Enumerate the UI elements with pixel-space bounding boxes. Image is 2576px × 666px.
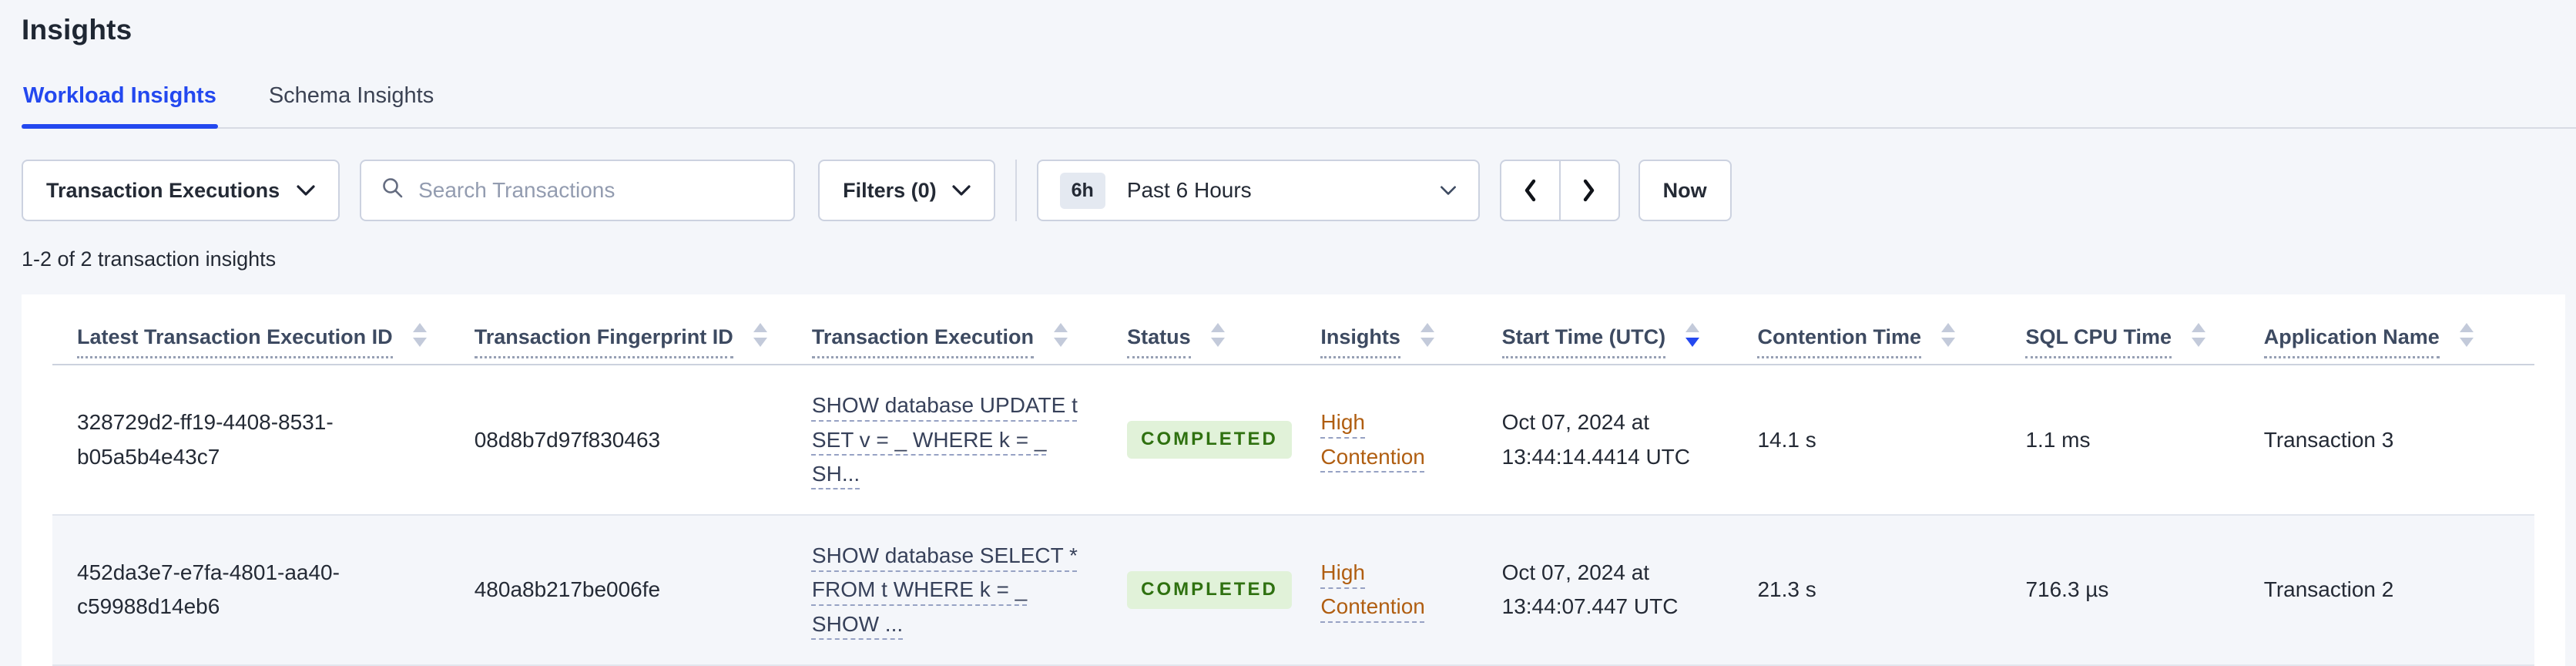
cell-fingerprint-id: 08d8b7d97f830463 — [474, 365, 812, 516]
cell-sql-cpu-time: 716.3 µs — [2025, 515, 2264, 666]
column-header-transaction-fingerprint-id[interactable]: Transaction Fingerprint ID — [474, 323, 812, 366]
cell-execution-id: 328729d2-ff19-4408-8531-b05a5b4e43c7 — [52, 365, 475, 516]
sort-icon-active-desc — [1685, 323, 1700, 348]
sort-icon — [753, 323, 767, 348]
filters-button[interactable]: Filters (0) — [818, 160, 995, 221]
cell-start-time: Oct 07, 2024 at 13:44:14.4414 UTC — [1501, 365, 1758, 516]
toolbar: Transaction Executions Filters (0) 6h Pa… — [22, 160, 2554, 221]
results-summary: 1-2 of 2 transaction insights — [22, 247, 277, 271]
cell-transaction-execution: SHOW database UPDATE t SET v = _ WHERE k… — [811, 365, 1128, 516]
status-badge: COMPLETED — [1127, 421, 1292, 459]
table-row: 452da3e7-e7fa-4801-aa40-c59988d14eb6 480… — [52, 515, 2534, 666]
cell-status: COMPLETED — [1127, 515, 1321, 666]
search-icon — [381, 177, 404, 205]
insight-link[interactable]: High Contention — [1320, 410, 1424, 468]
column-header-insights[interactable]: Insights — [1320, 323, 1502, 366]
search-box — [360, 160, 796, 221]
chevron-down-icon — [1440, 185, 1457, 196]
now-button[interactable]: Now — [1638, 160, 1732, 221]
cell-transaction-execution: SHOW database SELECT * FROM t WHERE k = … — [811, 515, 1128, 666]
cell-insights: High Contention — [1320, 515, 1502, 666]
now-button-label: Now — [1662, 178, 1707, 202]
cell-application-name: Transaction 3 — [2263, 365, 2534, 516]
cell-sql-cpu-time: 1.1 ms — [2025, 365, 2264, 516]
cell-start-time: Oct 07, 2024 at 13:44:07.447 UTC — [1501, 515, 1758, 666]
time-range-step-group — [1499, 160, 1620, 221]
table-row: 328729d2-ff19-4408-8531-b05a5b4e43c7 08d… — [52, 365, 2534, 516]
sort-icon — [1940, 323, 1955, 348]
column-header-sql-cpu-time[interactable]: SQL CPU Time — [2025, 323, 2264, 366]
chevron-left-icon — [1522, 178, 1538, 203]
transaction-statement-link[interactable]: SHOW database SELECT * FROM t WHERE k = … — [812, 543, 1078, 635]
page-title: Insights — [22, 14, 132, 45]
column-header-latest-transaction-execution-id[interactable]: Latest Transaction Execution ID — [52, 323, 475, 366]
insight-type-dropdown-label: Transaction Executions — [46, 178, 280, 202]
cell-insights: High Contention — [1320, 365, 1502, 516]
cell-contention-time: 14.1 s — [1757, 365, 2026, 516]
sort-icon — [2192, 323, 2206, 348]
status-badge: COMPLETED — [1127, 571, 1292, 609]
toolbar-divider — [1015, 160, 1017, 221]
sort-icon — [1420, 323, 1434, 348]
cell-status: COMPLETED — [1127, 365, 1321, 516]
cell-fingerprint-id: 480a8b217be006fe — [474, 515, 812, 666]
column-header-application-name[interactable]: Application Name — [2263, 323, 2534, 366]
tab-bar: Workload Insights Schema Insights — [22, 83, 2576, 129]
column-header-transaction-execution[interactable]: Transaction Execution — [811, 323, 1128, 366]
column-header-status[interactable]: Status — [1127, 323, 1321, 366]
column-header-start-time[interactable]: Start Time (UTC) — [1501, 323, 1758, 366]
time-range-label: Past 6 Hours — [1126, 178, 1252, 202]
sort-icon — [1210, 323, 1225, 348]
insight-link[interactable]: High Contention — [1320, 560, 1424, 618]
insights-table-card: Latest Transaction Execution ID Transact… — [22, 294, 2565, 666]
sort-icon — [2459, 323, 2474, 348]
search-input[interactable] — [418, 178, 774, 203]
time-range-next-button[interactable] — [1559, 160, 1620, 221]
sort-icon — [412, 323, 427, 348]
tab-workload-insights[interactable]: Workload Insights — [22, 83, 218, 129]
transaction-statement-link[interactable]: SHOW database UPDATE t SET v = _ WHERE k… — [812, 393, 1078, 485]
cell-contention-time: 21.3 s — [1757, 515, 2026, 666]
column-header-contention-time[interactable]: Contention Time — [1757, 323, 2026, 366]
table-header-row: Latest Transaction Execution ID Transact… — [52, 323, 2534, 366]
chevron-down-icon — [297, 184, 315, 197]
transaction-insights-table: Latest Transaction Execution ID Transact… — [52, 323, 2534, 666]
time-range-picker[interactable]: 6h Past 6 Hours — [1036, 160, 1480, 221]
chevron-right-icon — [1581, 178, 1597, 203]
sort-icon — [1054, 323, 1068, 348]
cell-execution-id: 452da3e7-e7fa-4801-aa40-c59988d14eb6 — [52, 515, 475, 666]
cell-application-name: Transaction 2 — [2263, 515, 2534, 666]
insight-type-dropdown[interactable]: Transaction Executions — [22, 160, 340, 221]
filters-button-label: Filters (0) — [843, 178, 937, 202]
tab-schema-insights[interactable]: Schema Insights — [267, 83, 435, 127]
chevron-down-icon — [952, 184, 971, 197]
time-range-badge: 6h — [1059, 172, 1105, 209]
time-range-prev-button[interactable] — [1499, 160, 1560, 221]
